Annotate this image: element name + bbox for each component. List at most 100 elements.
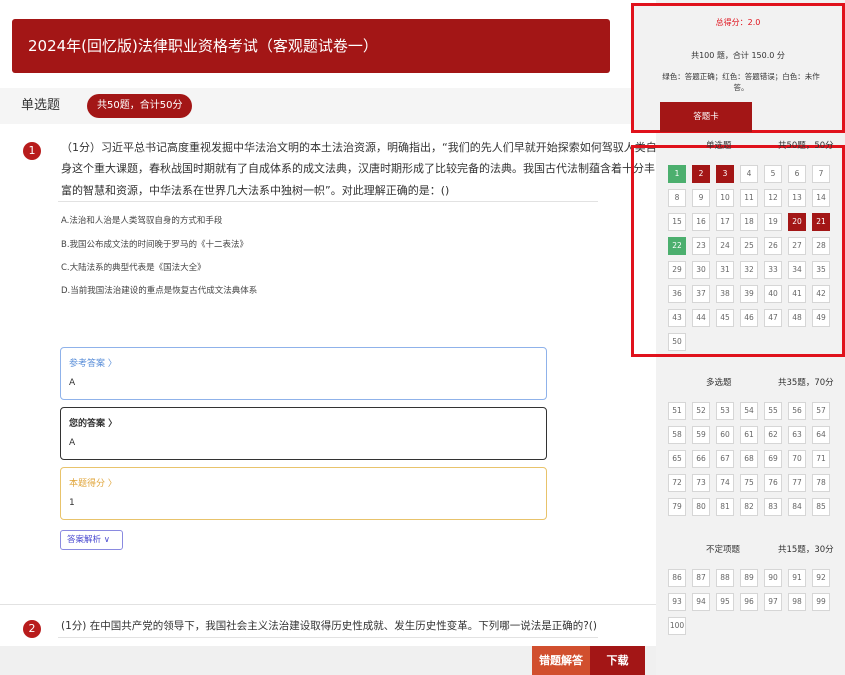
answer-card-cell[interactable]: 6 xyxy=(788,165,806,183)
answer-card-cell[interactable]: 26 xyxy=(764,237,782,255)
answer-card-cell[interactable]: 85 xyxy=(812,498,830,516)
answer-card-cell[interactable]: 76 xyxy=(764,474,782,492)
answer-card-cell[interactable]: 10 xyxy=(716,189,734,207)
answer-card-cell[interactable]: 17 xyxy=(716,213,734,231)
answer-card-cell[interactable]: 22 xyxy=(668,237,686,255)
answer-card-cell[interactable]: 71 xyxy=(812,450,830,468)
answer-card-cell[interactable]: 61 xyxy=(740,426,758,444)
answer-card-cell[interactable]: 38 xyxy=(716,285,734,303)
answer-card-cell[interactable]: 73 xyxy=(692,474,710,492)
answer-card-cell[interactable]: 97 xyxy=(764,593,782,611)
answer-card-cell[interactable]: 91 xyxy=(788,569,806,587)
answer-card-cell[interactable]: 37 xyxy=(692,285,710,303)
reference-answer-box[interactable]: 参考答案 〉 A xyxy=(60,347,547,400)
error-answer-button[interactable]: 错题解答 xyxy=(532,646,590,675)
answer-card-cell[interactable]: 82 xyxy=(740,498,758,516)
answer-card-cell[interactable]: 100 xyxy=(668,617,686,635)
answer-card-cell[interactable]: 29 xyxy=(668,261,686,279)
question-score-box[interactable]: 本题得分 〉 1 xyxy=(60,467,547,520)
answer-card-cell[interactable]: 74 xyxy=(716,474,734,492)
answer-card-cell[interactable]: 68 xyxy=(740,450,758,468)
answer-card-cell[interactable]: 78 xyxy=(812,474,830,492)
your-answer-box[interactable]: 您的答案 〉 A xyxy=(60,407,547,460)
answer-card-cell[interactable]: 99 xyxy=(812,593,830,611)
answer-card-cell[interactable]: 56 xyxy=(788,402,806,420)
answer-card-cell[interactable]: 52 xyxy=(692,402,710,420)
answer-card-cell[interactable]: 33 xyxy=(764,261,782,279)
answer-card-cell[interactable]: 92 xyxy=(812,569,830,587)
answer-card-cell[interactable]: 11 xyxy=(740,189,758,207)
answer-card-cell[interactable]: 21 xyxy=(812,213,830,231)
answer-card-cell[interactable]: 3 xyxy=(716,165,734,183)
answer-card-cell[interactable]: 39 xyxy=(740,285,758,303)
answer-card-cell[interactable]: 64 xyxy=(812,426,830,444)
answer-card-cell[interactable]: 30 xyxy=(692,261,710,279)
answer-card-cell[interactable]: 87 xyxy=(692,569,710,587)
answer-card-cell[interactable]: 80 xyxy=(692,498,710,516)
answer-card-cell[interactable]: 36 xyxy=(668,285,686,303)
answer-card-cell[interactable]: 24 xyxy=(716,237,734,255)
answer-analysis-button[interactable]: 答案解析 ∨ xyxy=(60,530,123,550)
answer-card-cell[interactable]: 70 xyxy=(788,450,806,468)
answer-card-cell[interactable]: 67 xyxy=(716,450,734,468)
answer-card-cell[interactable]: 58 xyxy=(668,426,686,444)
answer-card-cell[interactable]: 94 xyxy=(692,593,710,611)
answer-card-cell[interactable]: 14 xyxy=(812,189,830,207)
answer-card-cell[interactable]: 54 xyxy=(740,402,758,420)
answer-card-cell[interactable]: 57 xyxy=(812,402,830,420)
answer-card-cell[interactable]: 88 xyxy=(716,569,734,587)
answer-card-cell[interactable]: 55 xyxy=(764,402,782,420)
download-button[interactable]: 下载 xyxy=(590,646,645,675)
answer-card-cell[interactable]: 8 xyxy=(668,189,686,207)
answer-card-cell[interactable]: 96 xyxy=(740,593,758,611)
answer-card-cell[interactable]: 13 xyxy=(788,189,806,207)
answer-card-cell[interactable]: 7 xyxy=(812,165,830,183)
answer-card-cell[interactable]: 47 xyxy=(764,309,782,327)
answer-card-cell[interactable]: 63 xyxy=(788,426,806,444)
answer-card-cell[interactable]: 31 xyxy=(716,261,734,279)
answer-card-cell[interactable]: 75 xyxy=(740,474,758,492)
answer-card-cell[interactable]: 48 xyxy=(788,309,806,327)
answer-card-cell[interactable]: 66 xyxy=(692,450,710,468)
answer-card-cell[interactable]: 25 xyxy=(740,237,758,255)
answer-card-cell[interactable]: 59 xyxy=(692,426,710,444)
answer-card-cell[interactable]: 19 xyxy=(764,213,782,231)
answer-card-cell[interactable]: 34 xyxy=(788,261,806,279)
answer-card-cell[interactable]: 43 xyxy=(668,309,686,327)
answer-card-cell[interactable]: 83 xyxy=(764,498,782,516)
answer-card-cell[interactable]: 95 xyxy=(716,593,734,611)
answer-card-cell[interactable]: 69 xyxy=(764,450,782,468)
answer-card-cell[interactable]: 79 xyxy=(668,498,686,516)
answer-card-cell[interactable]: 18 xyxy=(740,213,758,231)
answer-card-cell[interactable]: 51 xyxy=(668,402,686,420)
answer-card-cell[interactable]: 77 xyxy=(788,474,806,492)
answer-card-cell[interactable]: 45 xyxy=(716,309,734,327)
answer-card-cell[interactable]: 65 xyxy=(668,450,686,468)
answer-card-cell[interactable]: 72 xyxy=(668,474,686,492)
answer-card-cell[interactable]: 98 xyxy=(788,593,806,611)
answer-card-cell[interactable]: 42 xyxy=(812,285,830,303)
answer-card-cell[interactable]: 62 xyxy=(764,426,782,444)
answer-card-cell[interactable]: 44 xyxy=(692,309,710,327)
answer-card-cell[interactable]: 9 xyxy=(692,189,710,207)
answer-card-cell[interactable]: 84 xyxy=(788,498,806,516)
answer-card-cell[interactable]: 20 xyxy=(788,213,806,231)
answer-card-cell[interactable]: 32 xyxy=(740,261,758,279)
answer-card-cell[interactable]: 89 xyxy=(740,569,758,587)
answer-card-cell[interactable]: 27 xyxy=(788,237,806,255)
answer-card-cell[interactable]: 4 xyxy=(740,165,758,183)
answer-card-cell[interactable]: 12 xyxy=(764,189,782,207)
answer-card-cell[interactable]: 15 xyxy=(668,213,686,231)
answer-card-cell[interactable]: 5 xyxy=(764,165,782,183)
answer-card-cell[interactable]: 50 xyxy=(668,333,686,351)
answer-card-cell[interactable]: 16 xyxy=(692,213,710,231)
answer-card-cell[interactable]: 90 xyxy=(764,569,782,587)
answer-card-cell[interactable]: 53 xyxy=(716,402,734,420)
answer-card-cell[interactable]: 40 xyxy=(764,285,782,303)
answer-card-cell[interactable]: 60 xyxy=(716,426,734,444)
answer-card-cell[interactable]: 41 xyxy=(788,285,806,303)
answer-card-cell[interactable]: 81 xyxy=(716,498,734,516)
answer-card-cell[interactable]: 49 xyxy=(812,309,830,327)
answer-card-cell[interactable]: 93 xyxy=(668,593,686,611)
answer-card-cell[interactable]: 23 xyxy=(692,237,710,255)
